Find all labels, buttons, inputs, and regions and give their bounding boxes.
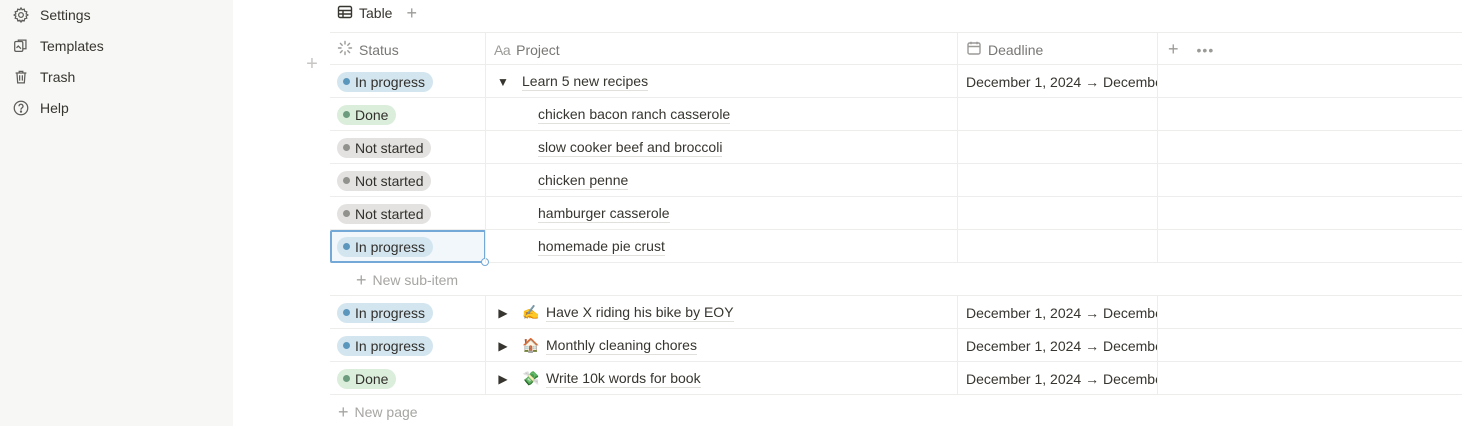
- add-property-plus-icon[interactable]: +: [1168, 39, 1179, 60]
- column-label: Status: [359, 41, 399, 58]
- new-page-row: + New page: [330, 395, 1462, 428]
- templates-icon: [11, 36, 31, 56]
- status-badge[interactable]: Not started: [337, 203, 432, 224]
- column-label: Deadline: [988, 41, 1044, 58]
- page-title[interactable]: Monthly cleaning chores: [546, 337, 697, 355]
- text-type-icon: Aa: [494, 41, 511, 58]
- new-sub-item-button[interactable]: + New sub-item: [356, 263, 458, 296]
- column-header-status[interactable]: Status: [330, 33, 486, 66]
- sidebar-item-trash[interactable]: Trash: [8, 63, 223, 91]
- table-row[interactable]: In progress ▶ 🏠 Monthly cleaning chores …: [330, 329, 1462, 362]
- table-row[interactable]: Not started hamburger casserole: [330, 197, 1462, 230]
- status-badge[interactable]: Not started: [337, 137, 432, 158]
- table-row[interactable]: Done chicken bacon ranch casserole: [330, 98, 1462, 131]
- add-view-button[interactable]: +: [406, 4, 417, 22]
- column-header-deadline[interactable]: Deadline: [958, 33, 1158, 66]
- page-title[interactable]: homemade pie crust: [538, 238, 665, 256]
- status-badge[interactable]: Not started: [337, 170, 432, 191]
- deadline-value[interactable]: [958, 230, 1158, 263]
- calendar-icon: [966, 40, 982, 59]
- deadline-value[interactable]: December 1, 2024 → December: [966, 371, 1157, 387]
- deadline-value[interactable]: [958, 98, 1158, 131]
- table-row[interactable]: In progress homemade pie crust: [330, 230, 1462, 266]
- column-label: Project: [516, 41, 560, 58]
- sidebar-item-label: Templates: [40, 38, 104, 54]
- view-tabs: Table +: [337, 0, 417, 26]
- tab-label: Table: [359, 5, 393, 21]
- toggle-expand-icon[interactable]: ▶: [496, 306, 510, 320]
- page-title[interactable]: Learn 5 new recipes: [522, 73, 649, 91]
- status-badge[interactable]: In progress: [337, 335, 434, 356]
- sidebar-item-label: Settings: [40, 7, 91, 23]
- sidebar: Settings Templates Trash Help: [0, 0, 233, 426]
- house-icon: 🏠: [522, 337, 540, 353]
- sidebar-item-label: Help: [40, 100, 69, 116]
- plus-icon: +: [356, 269, 367, 290]
- table-row[interactable]: Not started chicken penne: [330, 164, 1462, 197]
- status-badge[interactable]: Done: [337, 104, 397, 125]
- status-badge[interactable]: In progress: [337, 71, 434, 92]
- status-badge[interactable]: Done: [337, 368, 397, 389]
- database-table: Status Aa Project Deadline + ••• In prog…: [330, 32, 1462, 428]
- trash-icon: [11, 67, 31, 87]
- toggle-expand-icon[interactable]: ▶: [496, 372, 510, 386]
- gear-icon: [11, 5, 31, 25]
- sidebar-item-settings[interactable]: Settings: [8, 1, 223, 29]
- page-title[interactable]: slow cooker beef and broccoli: [538, 139, 723, 157]
- plus-icon: +: [338, 401, 349, 422]
- deadline-value[interactable]: [958, 164, 1158, 197]
- sidebar-item-help[interactable]: Help: [8, 94, 223, 122]
- page-title[interactable]: hamburger casserole: [538, 205, 670, 223]
- sidebar-item-label: Trash: [40, 69, 76, 85]
- toggle-expand-icon[interactable]: ▼: [496, 75, 510, 89]
- column-header-actions: + •••: [1158, 33, 1462, 66]
- status-badge[interactable]: In progress: [337, 302, 434, 323]
- table-row[interactable]: In progress ▶ ✍️ Have X riding his bike …: [330, 296, 1462, 329]
- page-title[interactable]: chicken bacon ranch casserole: [538, 106, 731, 124]
- writing-hand-icon: ✍️: [522, 304, 540, 320]
- table-icon: [337, 4, 353, 23]
- status-spinner-icon: [337, 40, 353, 59]
- table-header: Status Aa Project Deadline + •••: [330, 32, 1462, 66]
- status-badge[interactable]: In progress: [337, 236, 434, 257]
- deadline-value[interactable]: December 1, 2024 → December: [966, 305, 1157, 321]
- deadline-value[interactable]: December 1, 2024 → December: [966, 338, 1157, 354]
- new-page-button[interactable]: + New page: [338, 395, 418, 428]
- money-with-wings-icon: 💸: [522, 370, 540, 386]
- deadline-value[interactable]: [958, 197, 1158, 230]
- sidebar-item-templates[interactable]: Templates: [8, 32, 223, 60]
- new-sub-item-row: + New sub-item: [330, 263, 1462, 296]
- table-row[interactable]: Done ▶ 💸 Write 10k words for book Decemb…: [330, 362, 1462, 395]
- help-icon: [11, 98, 31, 118]
- add-row-plus-icon[interactable]: +: [302, 53, 322, 75]
- toggle-expand-icon[interactable]: ▶: [496, 339, 510, 353]
- more-options-icon[interactable]: •••: [1197, 42, 1215, 58]
- page-title[interactable]: chicken penne: [538, 172, 629, 190]
- tab-table[interactable]: Table: [337, 4, 392, 23]
- table-row[interactable]: Not started slow cooker beef and broccol…: [330, 131, 1462, 164]
- column-header-project[interactable]: Aa Project: [486, 33, 958, 66]
- deadline-value[interactable]: [958, 131, 1158, 164]
- table-row[interactable]: In progress ▼ Learn 5 new recipes Decemb…: [330, 65, 1462, 98]
- page-title[interactable]: Write 10k words for book: [546, 370, 701, 388]
- page-title[interactable]: Have X riding his bike by EOY: [546, 304, 734, 322]
- deadline-value[interactable]: December 1, 2024 → December: [966, 74, 1157, 90]
- database-main: Table + + Status Aa Project Deadline + •…: [233, 0, 1462, 426]
